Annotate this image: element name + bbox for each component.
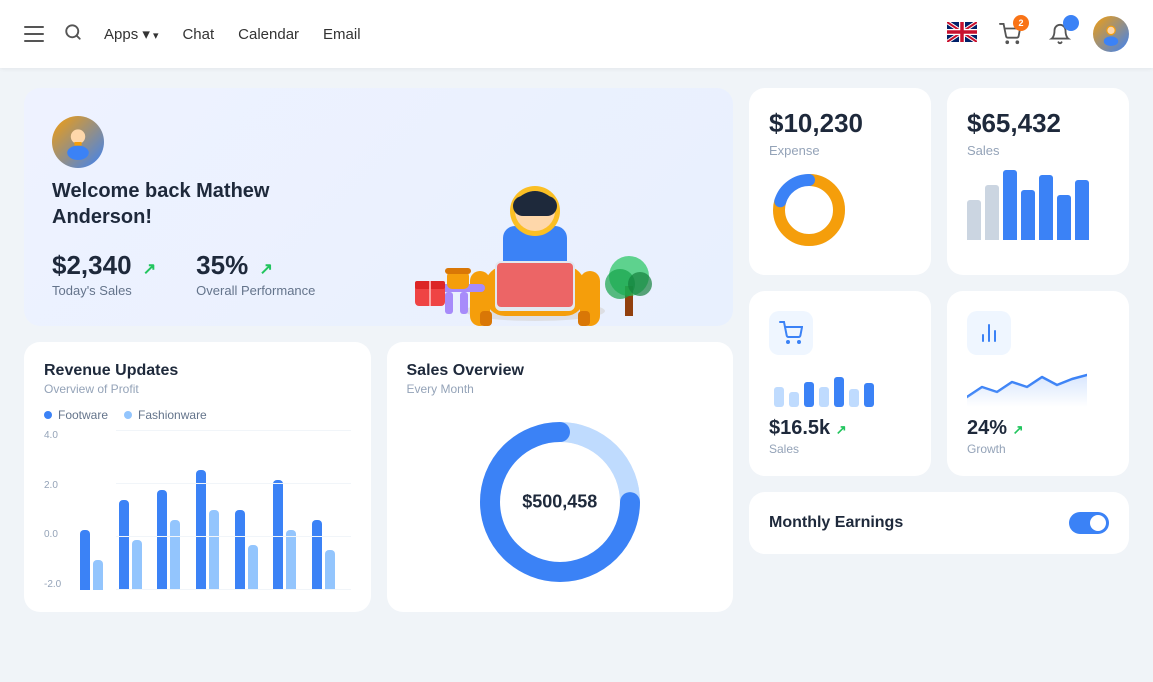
- sales-overview-subtitle: Every Month: [407, 382, 714, 396]
- sales-donut-container: $500,458: [407, 412, 714, 592]
- today-sales-value: $2,340 ↗: [52, 250, 156, 281]
- growth-metric-icon: [967, 311, 1011, 355]
- expense-card: $10,230 Expense: [749, 88, 931, 275]
- sales-stat-label: Sales: [967, 143, 1109, 158]
- flag-button[interactable]: [947, 22, 977, 47]
- sales-stat-value: $65,432: [967, 108, 1109, 139]
- footware-dot: [44, 411, 52, 419]
- middle-metrics: $16.5k ↗ Sales: [749, 291, 1129, 476]
- hamburger-menu[interactable]: [24, 26, 44, 42]
- sales-stat-card: $65,432 Sales: [947, 88, 1129, 275]
- nav-email[interactable]: Email: [321, 22, 363, 47]
- monthly-earnings-card: Monthly Earnings: [749, 492, 1129, 554]
- revenue-card: Revenue Updates Overview of Profit Footw…: [24, 342, 371, 612]
- metrics-row: $2,340 ↗ Today's Sales 35% ↗ Overall Per…: [52, 250, 365, 298]
- growth-metric-card: 24% ↗ Growth: [947, 291, 1129, 476]
- sales-arrow: ↗: [143, 261, 156, 278]
- sales-mini-bars: [967, 170, 1109, 240]
- sales-donut: $500,458: [470, 412, 650, 592]
- nav-apps[interactable]: Apps ▾: [102, 21, 160, 47]
- user-avatar[interactable]: [1093, 16, 1129, 52]
- revenue-legend: Footware Fashionware: [44, 408, 351, 422]
- today-sales-label: Today's Sales: [52, 283, 156, 298]
- today-sales-metric: $2,340 ↗ Today's Sales: [52, 250, 156, 298]
- expense-value: $10,230: [769, 108, 911, 139]
- notification-badge: [1063, 15, 1079, 31]
- mini-bar-3: [1003, 170, 1017, 240]
- legend-footware: Footware: [44, 408, 108, 422]
- sales-metric-label: Sales: [769, 442, 911, 456]
- notification-button[interactable]: [1043, 17, 1077, 51]
- nav-chat[interactable]: Chat: [180, 22, 216, 47]
- growth-metric-label: Growth: [967, 442, 1109, 456]
- fashionware-dot: [124, 411, 132, 419]
- cart-badge: 2: [1013, 15, 1029, 31]
- monthly-earnings-toggle[interactable]: [1069, 512, 1109, 534]
- legend-fashionware: Fashionware: [124, 408, 207, 422]
- sales-metric-icon: [769, 311, 813, 355]
- performance-arrow: ↗: [259, 261, 272, 278]
- bottom-row: Revenue Updates Overview of Profit Footw…: [24, 342, 733, 612]
- donut-center-value: $500,458: [522, 492, 597, 513]
- welcome-avatar: [52, 116, 104, 168]
- mini-bar-7: [1075, 180, 1089, 240]
- nav-calendar[interactable]: Calendar: [236, 22, 301, 47]
- main-content: Welcome back Mathew Anderson! $2,340 ↗ T…: [0, 68, 1153, 632]
- expense-donut: [769, 170, 911, 255]
- mini-bar-6: [1057, 195, 1071, 240]
- performance-label: Overall Performance: [196, 283, 315, 298]
- stats-row: $10,230 Expense $65,432 Sales: [749, 88, 1129, 275]
- header-right: 2: [947, 16, 1129, 52]
- growth-sparkline: [967, 367, 1109, 407]
- mini-bar-1: [967, 200, 981, 240]
- cart-button[interactable]: 2: [993, 17, 1027, 51]
- expense-label: Expense: [769, 143, 911, 158]
- monthly-earnings-title: Monthly Earnings: [769, 514, 903, 532]
- sales-metric-value: $16.5k ↗: [769, 417, 911, 440]
- right-column: $10,230 Expense $65,432 Sales: [749, 88, 1129, 612]
- header: Apps ▾ Chat Calendar Email 2: [0, 0, 1153, 68]
- mini-bar-2: [985, 185, 999, 240]
- performance-metric: 35% ↗ Overall Performance: [196, 250, 315, 298]
- welcome-illustration: [365, 126, 705, 326]
- mini-bar-4: [1021, 190, 1035, 240]
- sales-metric-card: $16.5k ↗ Sales: [749, 291, 931, 476]
- sales-overview-card: Sales Overview Every Month $500,458: [387, 342, 734, 612]
- growth-metric-arrow: ↗: [1013, 422, 1024, 437]
- search-button[interactable]: [64, 23, 82, 46]
- y-axis: 4.02.00.0-2.0: [44, 430, 61, 590]
- revenue-title: Revenue Updates: [44, 362, 351, 380]
- left-column: Welcome back Mathew Anderson! $2,340 ↗ T…: [24, 88, 733, 612]
- welcome-info: Welcome back Mathew Anderson! $2,340 ↗ T…: [52, 116, 365, 326]
- mini-bar-5: [1039, 175, 1053, 240]
- welcome-card: Welcome back Mathew Anderson! $2,340 ↗ T…: [24, 88, 733, 326]
- sales-sparkline: [769, 367, 911, 407]
- sales-metric-arrow: ↗: [836, 422, 847, 437]
- growth-metric-value: 24% ↗: [967, 417, 1109, 440]
- sales-overview-title: Sales Overview: [407, 362, 714, 380]
- welcome-title: Welcome back Mathew Anderson!: [52, 178, 365, 230]
- revenue-bar-chart: 4.02.00.0-2.0: [44, 430, 351, 590]
- performance-value: 35% ↗: [196, 250, 315, 281]
- header-left: Apps ▾ Chat Calendar Email: [24, 21, 947, 47]
- revenue-subtitle: Overview of Profit: [44, 382, 351, 396]
